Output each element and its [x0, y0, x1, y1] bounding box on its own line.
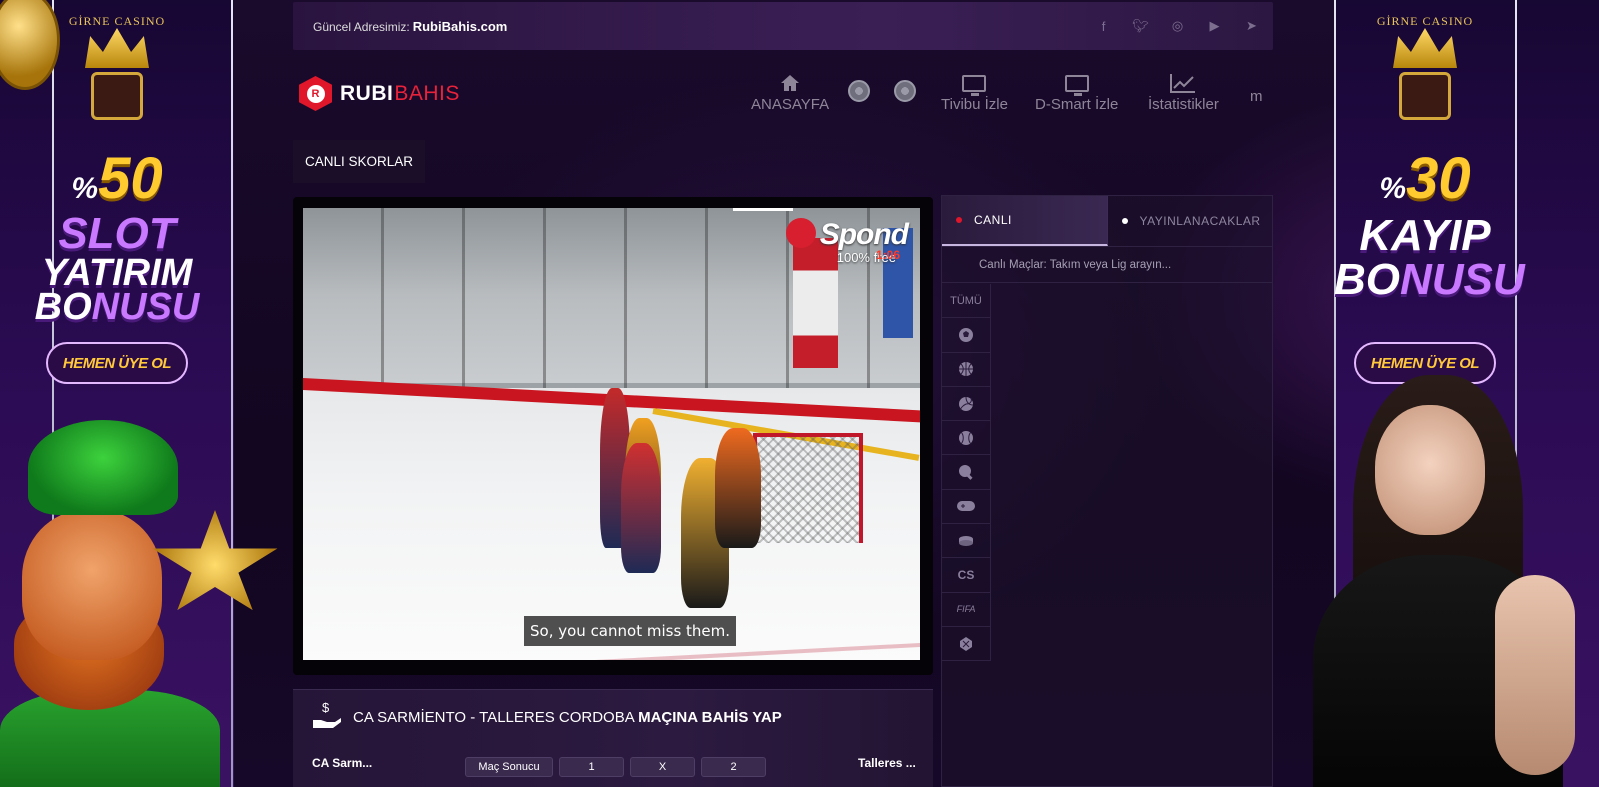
logo-text: BAHIS [394, 81, 460, 105]
nav-more[interactable]: m [1250, 88, 1263, 105]
crown-icon [85, 28, 149, 68]
soccer-ball-icon [848, 80, 870, 102]
svg-text:$: $ [322, 700, 330, 715]
team-home: CA Sarm... [312, 756, 373, 770]
dota-icon[interactable] [942, 626, 991, 662]
video-subtitle: So, you cannot miss them. [524, 616, 737, 646]
spond-watermark: Spond 1:06 100% free [786, 218, 909, 265]
odd-home-button[interactable]: 1 [559, 757, 624, 777]
logo-text: RUBI [340, 81, 394, 105]
filter-all[interactable]: TÜMÜ [942, 284, 991, 319]
nav-home[interactable]: ANASAYFA [751, 72, 829, 113]
tennis-icon[interactable] [942, 421, 991, 456]
ice-hockey-icon[interactable] [942, 524, 991, 559]
live-scores-tab[interactable]: CANLI SKORLAR [293, 140, 425, 183]
live-search-input[interactable]: Canlı Maçlar: Takım veya Lig arayın... [942, 247, 1272, 283]
address-link[interactable]: RubiBahis.com [413, 19, 508, 34]
live-dot-icon [956, 217, 962, 223]
basketball-icon[interactable] [942, 352, 991, 387]
goalie [715, 428, 761, 548]
tab-live[interactable]: CANLI [942, 196, 1108, 246]
volleyball-icon[interactable] [942, 386, 991, 422]
casino-name: GİRNE CASINO [1376, 14, 1474, 28]
casino-host-image [1295, 375, 1599, 787]
nav-statistics[interactable]: İstatistikler [1148, 72, 1219, 113]
soccer-icon[interactable] [942, 318, 991, 353]
live-matches-panel: CANLI YAYINLANACAKLAR Canlı Maçlar: Takı… [941, 195, 1273, 787]
soccer-ball-icon [894, 80, 916, 102]
market-label: Maç Sonucu [465, 757, 553, 777]
team-away: Talleres ... [858, 756, 916, 770]
logo-mark-icon: R [299, 76, 332, 111]
girne-casino-logo: GİRNE CASINO [1360, 14, 1490, 120]
hockey-net-image [753, 433, 863, 543]
telegram-icon[interactable]: ➤ [1244, 18, 1259, 34]
nav-tivibu[interactable]: Tivibu İzle [941, 72, 1008, 113]
top-progress [733, 208, 793, 211]
slot-777-icon [1399, 72, 1451, 120]
hockey-player [621, 443, 661, 573]
gold-coin-image [0, 0, 60, 90]
odd-away-button[interactable]: 2 [701, 757, 766, 777]
counter-strike-icon[interactable]: CS [942, 558, 991, 593]
table-tennis-icon[interactable] [942, 455, 991, 490]
youtube-icon[interactable]: ▶ [1207, 18, 1222, 34]
nav-dsmart[interactable]: D-Smart İzle [1035, 72, 1118, 113]
slot-777-icon [91, 72, 143, 120]
promo-percent: %30 [1379, 146, 1471, 211]
odd-draw-button[interactable]: X [630, 757, 695, 777]
casino-name: GİRNE CASINO [68, 14, 166, 28]
girne-casino-logo: GİRNE CASINO [52, 14, 182, 120]
promo-line-2: BONUSU [1334, 255, 1525, 304]
upcoming-dot-icon [1121, 218, 1128, 224]
chart-icon [1170, 72, 1196, 94]
join-now-button[interactable]: HEMEN ÜYE OL [46, 342, 188, 384]
nav-soccer-2[interactable] [894, 80, 916, 102]
nav-soccer-1[interactable] [848, 80, 870, 102]
tab-upcoming[interactable]: YAYINLANACAKLAR [1108, 196, 1273, 246]
current-address: Güncel Adresimiz: RubiBahis.com [313, 18, 508, 34]
video-player[interactable]: Spond 1:06 100% free So, you cannot miss… [293, 197, 933, 675]
promo-line-1: SLOT [58, 209, 176, 258]
social-links: f 🐦︎ ◎ ▶ ➤ [1096, 18, 1259, 34]
monitor-icon [1064, 74, 1089, 96]
video-frame[interactable]: Spond 1:06 100% free So, you cannot miss… [303, 208, 920, 660]
money-hand-icon: $ [311, 700, 343, 732]
top-bar: Güncel Adresimiz: RubiBahis.com f 🐦︎ ◎ ▶ … [293, 2, 1273, 50]
fifa-icon[interactable]: FIFA [942, 592, 991, 627]
gamepad-icon[interactable] [942, 489, 991, 525]
match-bet-panel: $ CA SARMİENTO - TALLERES CORDOBA MAÇINA… [293, 689, 933, 787]
twitter-icon[interactable]: 🐦︎ [1132, 18, 1149, 34]
facebook-icon[interactable]: f [1096, 19, 1111, 34]
video-scrubber[interactable] [311, 622, 501, 624]
site-logo[interactable]: R RUBI BAHIS [299, 76, 460, 111]
promo-line-1: KAYIP [1359, 211, 1491, 260]
leprechaun-mascot-image [0, 420, 280, 787]
stars-icon [152, 510, 278, 611]
promo-line-3: BONUSU [34, 286, 200, 328]
crown-icon [1393, 28, 1457, 68]
home-icon [780, 72, 800, 94]
instagram-icon[interactable]: ◎ [1170, 18, 1185, 34]
bet-title: CA SARMİENTO - TALLERES CORDOBA MAÇINA B… [353, 709, 782, 726]
promo-percent: %50 [71, 146, 163, 211]
sport-filter-list: TÜMÜ CS FIFA [942, 284, 991, 662]
monitor-icon [962, 74, 987, 96]
